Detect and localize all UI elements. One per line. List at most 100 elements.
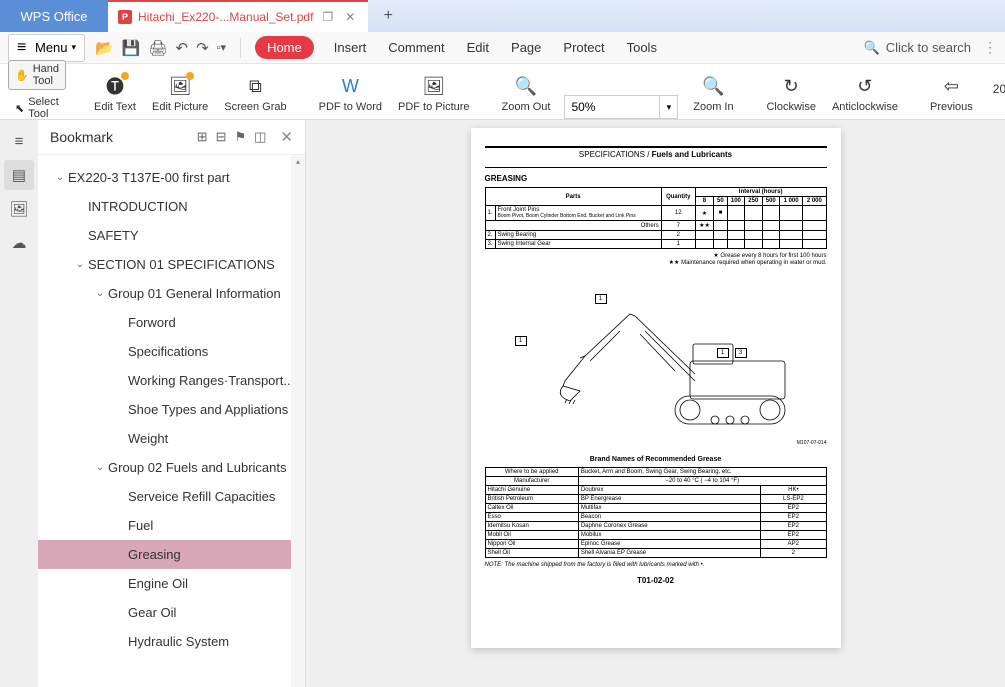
bookmark-collapse-icon[interactable]: ⊟ [216, 129, 227, 145]
screen-grab-button[interactable]: ⧉ Screen Grab [216, 70, 294, 119]
hand-tool-button[interactable]: ✋ Hand Tool [8, 60, 66, 90]
zoom-dropdown[interactable]: ▾ [660, 95, 678, 119]
bookmark-item[interactable]: Greasing [38, 540, 305, 569]
bookmark-label: EX220-3 T137E-00 first part [68, 170, 230, 185]
rail-thumbnail-icon[interactable]: 🖼 [4, 194, 34, 224]
app-name: WPS Office [0, 0, 108, 32]
tab-restore-icon[interactable]: ❐ [319, 10, 336, 24]
brands-table: Where to be appliedBucket, Arm and Boom,… [485, 467, 827, 558]
bookmark-item[interactable]: ⌄EX220-3 T137E-00 first part [38, 163, 305, 192]
diagram-ref: M107-07-014 [797, 440, 827, 446]
rotate-cw-icon: ↻ [779, 74, 803, 98]
sidebar-scrollbar[interactable]: ▴ [291, 155, 305, 687]
hamburger-icon [17, 39, 31, 57]
previous-label: Previous [930, 101, 973, 113]
edit-picture-label: Edit Picture [152, 101, 208, 113]
menu-insert[interactable]: Insert [332, 34, 369, 61]
bookmark-item[interactable]: ⌄Group 01 General Information [38, 279, 305, 308]
chevron-down-icon: ▾ [72, 42, 77, 53]
bookmark-ribbon-icon[interactable]: ◫ [254, 129, 266, 145]
bookmark-item[interactable]: Forword [38, 308, 305, 337]
bookmark-label: Fuel [128, 518, 153, 533]
menu-protect[interactable]: Protect [561, 34, 606, 61]
bookmark-item[interactable]: Gear Oil [38, 598, 305, 627]
bookmark-expand-icon[interactable]: ⊞ [197, 129, 208, 145]
chevron-down-icon[interactable]: ⌄ [92, 462, 108, 473]
tab-close-icon[interactable]: ✕ [342, 10, 358, 24]
rotate-cw-label: Clockwise [766, 101, 816, 113]
search-button[interactable]: 🔍 Click to search ⋮ [864, 39, 997, 56]
page-header: SPECIFICATIONS / Fuels and Lubricants [485, 150, 827, 159]
rotate-ccw-icon: ↺ [853, 74, 877, 98]
bookmark-label: SAFETY [88, 228, 139, 243]
rail-attachment-icon[interactable]: ☁ [4, 228, 34, 258]
open-icon[interactable]: 📂 [95, 39, 114, 57]
print-icon[interactable]: 🖨 [148, 39, 167, 57]
redo-icon[interactable]: ↷ [196, 39, 209, 57]
document-viewport[interactable]: SPECIFICATIONS / Fuels and Lubricants GR… [306, 120, 1005, 687]
chevron-down-icon[interactable]: ⌄ [72, 259, 88, 270]
new-tab-button[interactable]: + [368, 0, 408, 32]
pdf-to-word-button[interactable]: W PDF to Word [311, 70, 390, 119]
zoom-out-label: Zoom Out [502, 101, 551, 113]
bookmark-item[interactable]: Serveice Refill Capacities [38, 482, 305, 511]
rail-collapse-icon[interactable]: ≡ [4, 126, 34, 156]
menu-home[interactable]: Home [255, 36, 314, 59]
page-indicator: 20 [985, 64, 1005, 119]
select-tool-button[interactable]: ⬉ Select Tool [8, 93, 66, 123]
bookmark-item[interactable]: Weight [38, 424, 305, 453]
screen-grab-icon: ⧉ [243, 74, 267, 98]
save-icon[interactable]: 💾 [122, 39, 141, 57]
zoom-out-icon: 🔍 [514, 74, 538, 98]
bookmark-item[interactable]: Working Ranges·Transport... [38, 366, 305, 395]
edit-picture-button[interactable]: 🖼 Edit Picture [144, 70, 216, 119]
pdf-icon: P [118, 10, 132, 24]
search-icon: 🔍 [864, 40, 880, 56]
bookmark-label: Group 02 Fuels and Lubricants [108, 460, 287, 475]
bookmark-item[interactable]: Engine Oil [38, 569, 305, 598]
bookmark-add-icon[interactable]: ⚑ [234, 129, 246, 145]
edit-picture-icon: 🖼 [168, 74, 192, 98]
bookmark-label: Hydraulic System [128, 634, 229, 649]
edit-text-button[interactable]: 🅣 Edit Text [86, 70, 144, 119]
bookmark-item[interactable]: Specifications [38, 337, 305, 366]
bookmark-label: Forword [128, 315, 176, 330]
undo-icon[interactable]: ↶ [175, 39, 188, 57]
pdf-to-picture-icon: 🖼 [422, 74, 446, 98]
qat-more-icon[interactable]: ▫▾ [217, 41, 226, 54]
zoom-in-label: Zoom In [693, 101, 733, 113]
menu-edit[interactable]: Edit [465, 34, 491, 61]
previous-button[interactable]: ⇦ Previous [922, 70, 981, 119]
bookmark-label: Greasing [128, 547, 181, 562]
screen-grab-label: Screen Grab [224, 101, 286, 113]
menu-button-label: Menu [35, 40, 68, 55]
previous-icon: ⇦ [939, 74, 963, 98]
bookmark-item[interactable]: Shoe Types and Appliations [38, 395, 305, 424]
bookmark-item[interactable]: Fuel [38, 511, 305, 540]
rotate-ccw-button[interactable]: ↺ Anticlockwise [824, 70, 906, 119]
chevron-down-icon[interactable]: ⌄ [52, 172, 68, 183]
rail-bookmark-icon[interactable]: ▤ [4, 160, 34, 190]
rotate-cw-button[interactable]: ↻ Clockwise [758, 70, 824, 119]
section-title: GREASING [485, 174, 827, 183]
bookmark-item[interactable]: ⌄SECTION 01 SPECIFICATIONS [38, 250, 305, 279]
hand-tool-label: Hand Tool [33, 63, 59, 87]
sidebar-close-icon[interactable]: ✕ [280, 128, 293, 146]
more-icon[interactable]: ⋮ [983, 39, 997, 56]
zoom-input[interactable] [564, 95, 660, 119]
chevron-down-icon[interactable]: ⌄ [92, 288, 108, 299]
bookmark-item[interactable]: Hydraulic System [38, 627, 305, 656]
bookmark-item[interactable]: SAFETY [38, 221, 305, 250]
menu-comment[interactable]: Comment [386, 34, 446, 61]
bookmark-item[interactable]: ⌄Group 02 Fuels and Lubricants [38, 453, 305, 482]
menu-button[interactable]: Menu ▾ [8, 34, 85, 62]
menu-page[interactable]: Page [509, 34, 543, 61]
zoom-out-button[interactable]: 🔍 Zoom Out [494, 70, 559, 119]
document-tab[interactable]: P Hitachi_Ex220-...Manual_Set.pdf ❐ ✕ [108, 0, 368, 32]
zoom-in-button[interactable]: 🔍 Zoom In [684, 70, 742, 119]
bookmark-item[interactable]: INTRODUCTION [38, 192, 305, 221]
menu-tools[interactable]: Tools [625, 34, 659, 61]
note-text: ★ Grease every 8 hours for first 100 hou… [485, 252, 827, 266]
pdf-to-picture-button[interactable]: 🖼 PDF to Picture [390, 70, 478, 119]
pdf-to-word-icon: W [338, 74, 362, 98]
